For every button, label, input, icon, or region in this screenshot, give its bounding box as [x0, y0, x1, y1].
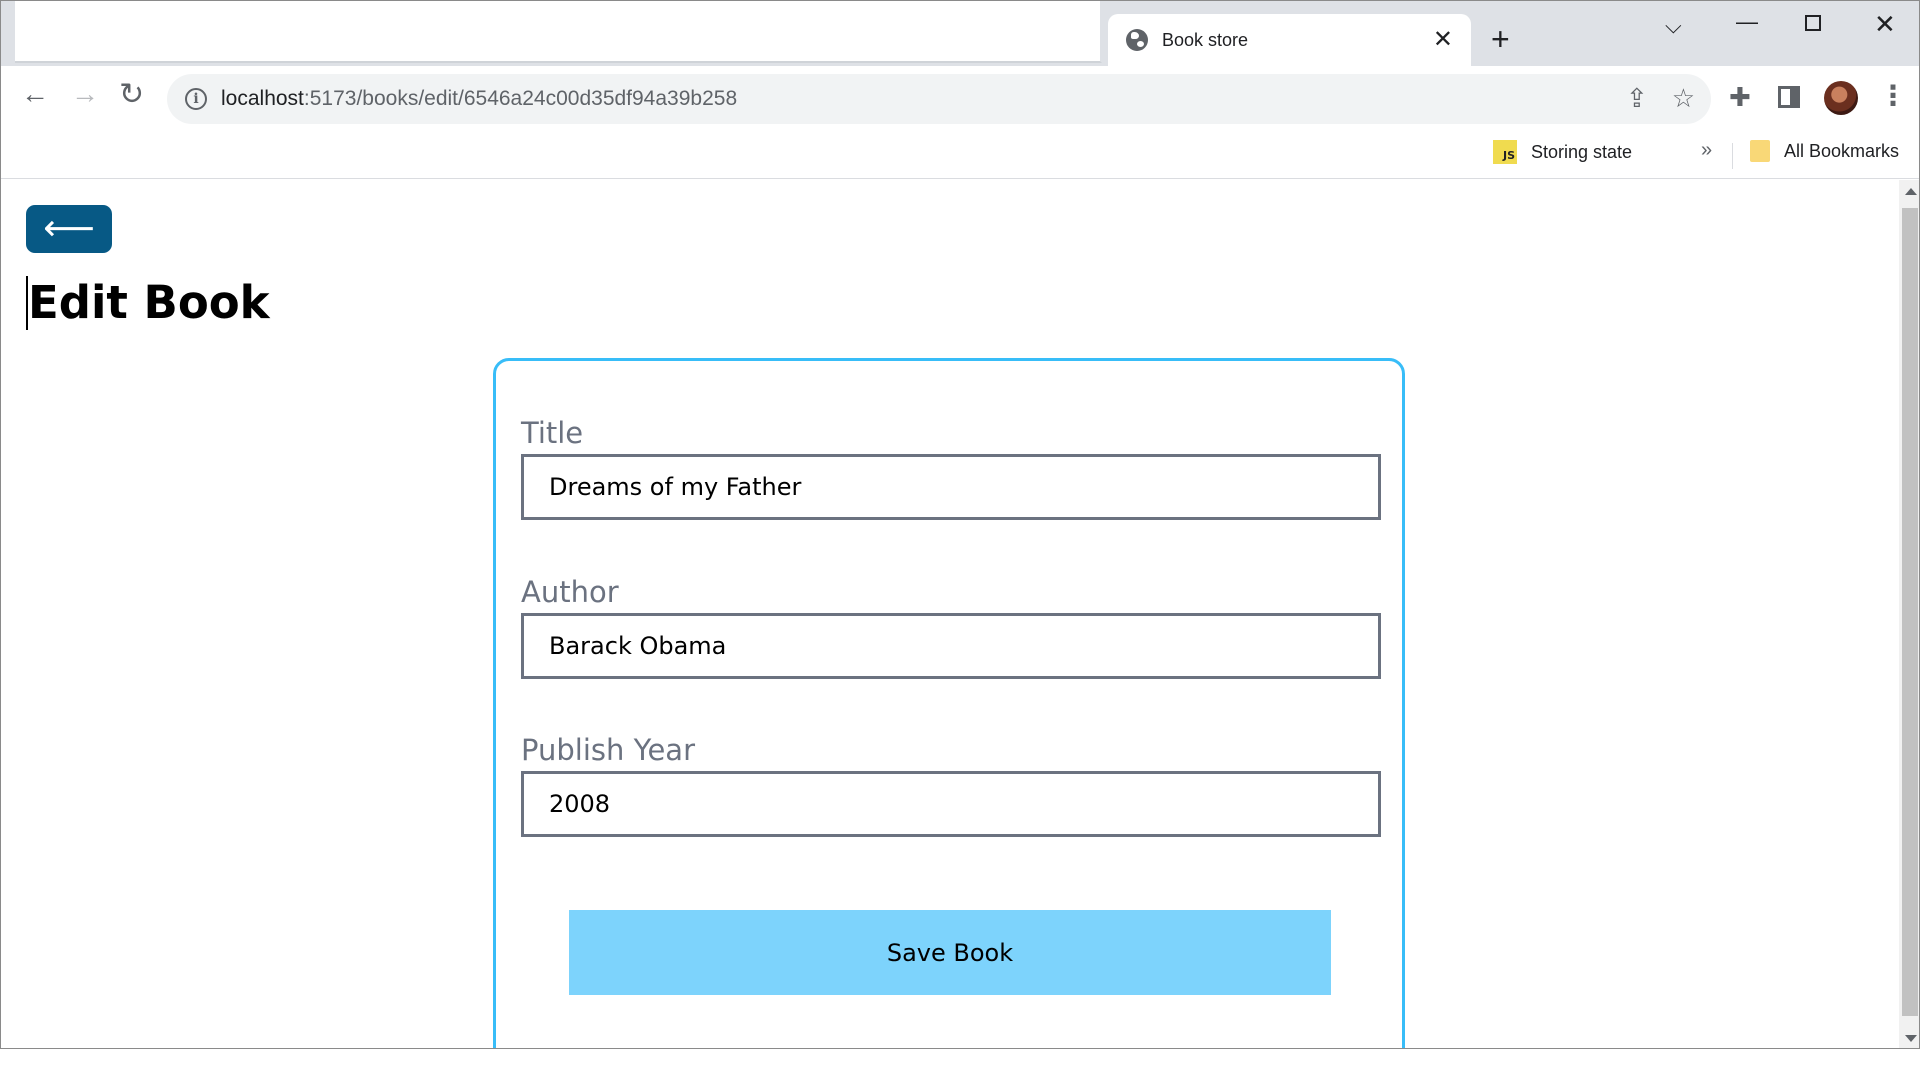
site-info-icon[interactable]: i	[185, 88, 207, 110]
back-arrow-icon[interactable]: ←	[21, 80, 49, 108]
browser-toolbar: ← → ↻ i localhost:5173/books/edit/6546a2…	[1, 66, 1919, 131]
extensions-puzzle-icon[interactable]: ✚	[1729, 84, 1751, 110]
minimize-button[interactable]: —	[1736, 9, 1758, 35]
page-title: Edit Book	[26, 276, 270, 330]
folder-icon	[1750, 140, 1770, 162]
share-icon[interactable]: ⇪	[1626, 85, 1648, 111]
all-bookmarks-folder[interactable]: All Bookmarks	[1750, 140, 1899, 162]
scroll-up-arrow-icon[interactable]	[1905, 188, 1917, 195]
all-bookmarks-label: All Bookmarks	[1784, 140, 1900, 161]
browser-menu-icon[interactable]: ⋮	[1879, 82, 1907, 110]
reload-icon[interactable]: ↻	[119, 80, 144, 110]
bookmark-star-icon[interactable]: ☆	[1672, 85, 1695, 111]
url-host: localhost	[221, 87, 304, 110]
globe-icon	[1126, 29, 1148, 51]
browser-window: Book store ✕ + ⌵ — ✕ ← → ↻ i localhost:5…	[0, 0, 1920, 1049]
page-scrollbar[interactable]	[1899, 180, 1919, 1048]
bookmarks-bar: JS Storing state » All Bookmarks	[1, 131, 1919, 179]
new-tab-button[interactable]: +	[1491, 23, 1510, 55]
close-window-button[interactable]: ✕	[1874, 9, 1896, 40]
side-panel-icon[interactable]	[1778, 86, 1800, 108]
author-label: Author	[521, 575, 619, 609]
bookmarks-divider	[1732, 143, 1733, 169]
inactive-tab-area	[15, 1, 1102, 63]
publish-year-label: Publish Year	[521, 733, 695, 767]
url-path: :5173/books/edit/6546a24c00d35df94a39b25…	[303, 87, 738, 110]
back-button[interactable]: ⟵	[26, 205, 112, 253]
close-tab-icon[interactable]: ✕	[1433, 28, 1453, 52]
tab-search-chevron-icon[interactable]: ⌵	[1665, 13, 1682, 39]
scroll-thumb[interactable]	[1902, 208, 1918, 1016]
forward-arrow-icon[interactable]: →	[71, 80, 99, 108]
publish-year-input[interactable]	[521, 771, 1381, 837]
maximize-button[interactable]	[1805, 15, 1821, 31]
bookmark-storing-state[interactable]: JS Storing state	[1493, 140, 1632, 164]
save-book-button[interactable]: Save Book	[569, 910, 1331, 995]
title-input[interactable]	[521, 454, 1381, 520]
edit-book-form: Title Author Publish Year Save Book	[493, 358, 1405, 1048]
omnibox-actions: ⇪ ☆	[1626, 85, 1695, 111]
left-arrow-icon: ⟵	[43, 208, 95, 249]
scroll-down-arrow-icon[interactable]	[1905, 1035, 1917, 1042]
page-viewport: ⟵ Edit Book Title Author Publish Year Sa…	[1, 180, 1899, 1048]
title-label: Title	[521, 416, 584, 450]
more-bookmarks-chevron-icon[interactable]: »	[1701, 139, 1712, 162]
bookmark-label: Storing state	[1531, 141, 1633, 162]
tab-strip: Book store ✕ + ⌵ — ✕	[1, 1, 1919, 66]
tab-title: Book store	[1162, 29, 1249, 50]
js-favicon-icon: JS	[1493, 140, 1517, 164]
author-input[interactable]	[521, 613, 1381, 679]
address-bar[interactable]: i localhost:5173/books/edit/6546a24c00d3…	[167, 74, 1711, 124]
profile-avatar[interactable]	[1824, 81, 1858, 115]
active-tab[interactable]: Book store ✕	[1108, 14, 1471, 66]
